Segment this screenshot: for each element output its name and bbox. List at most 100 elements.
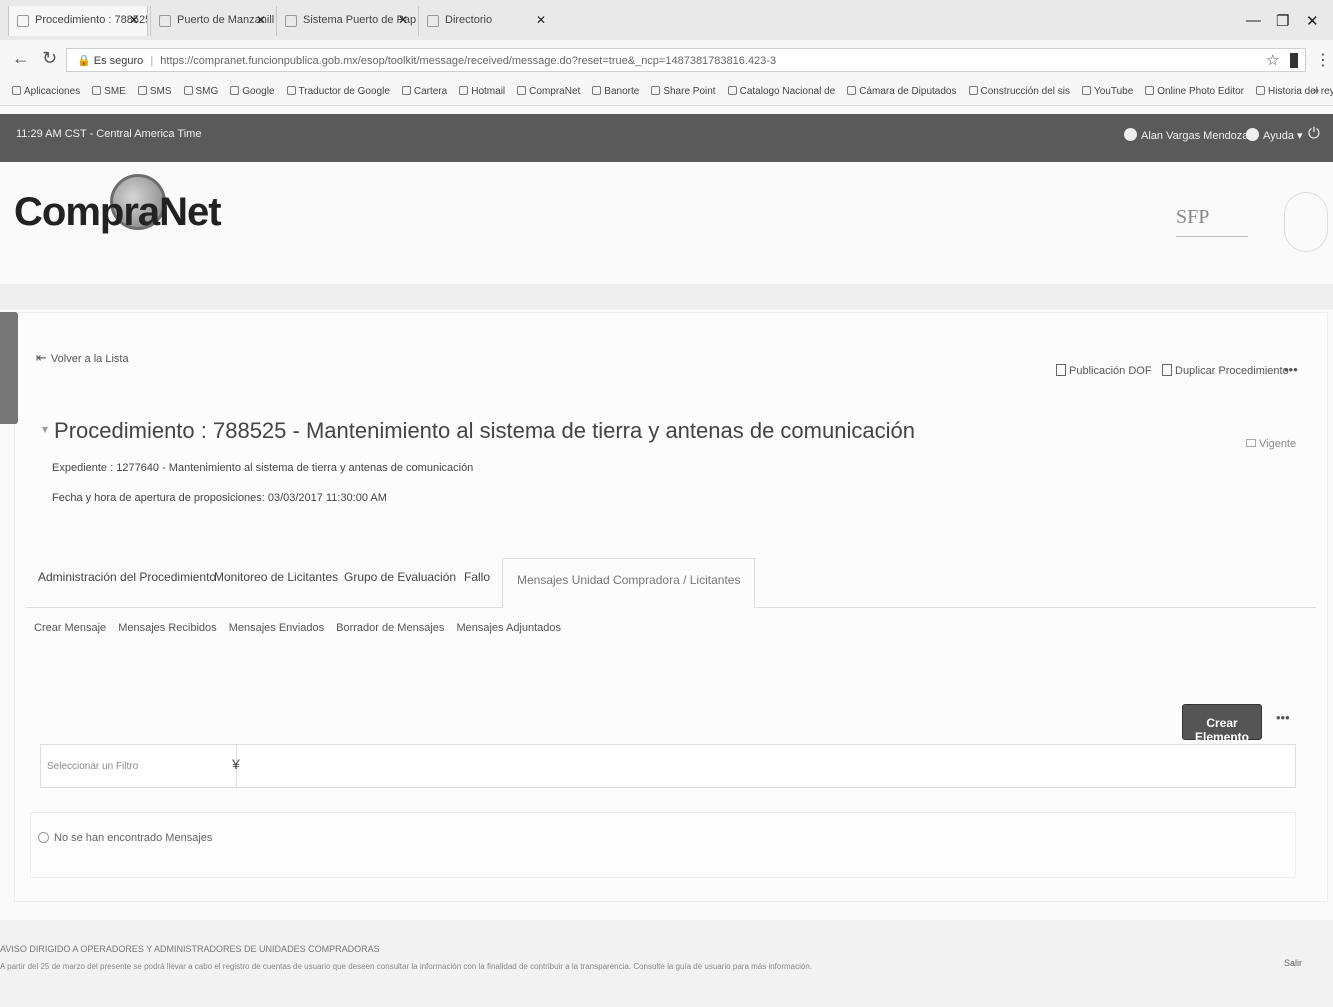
filter-select[interactable]: Seleccionar un Filtro <box>41 745 237 787</box>
user-menu[interactable]: Alan Vargas Mendoza <box>1124 128 1248 142</box>
bookmark-icon <box>592 86 602 95</box>
bookmark-item[interactable]: Online Photo Editor <box>1145 86 1244 97</box>
tab-monitoreo[interactable]: Monitoreo de Licitantes <box>214 570 338 584</box>
duplicate-procedure-button[interactable]: Duplicar Procedimiento <box>1162 364 1289 377</box>
document-icon <box>1056 364 1066 376</box>
back-list-icon: ⇤ <box>36 350 47 365</box>
close-icon[interactable]: ✕ <box>398 13 408 27</box>
subtab-adjuntados[interactable]: Mensajes Adjuntados <box>456 622 561 634</box>
browser-tab-directorio[interactable]: Directorio ✕ <box>418 6 554 36</box>
close-icon[interactable]: ✕ <box>536 13 546 27</box>
seal-icon <box>1284 192 1328 252</box>
bookmarks-bar: Aplicaciones SME SMS SMG Google Traductor de … <box>0 78 1333 106</box>
bookmark-item[interactable]: Traductor de Google <box>286 86 390 97</box>
page-icon <box>285 15 297 27</box>
tab-mensajes[interactable]: Mensajes Unidad Compradora / Licitantes <box>502 558 756 609</box>
status-badge: Vigente <box>1246 438 1296 450</box>
close-icon[interactable]: ✕ <box>129 13 139 27</box>
bookmark-item[interactable]: Catalogo Nacional de <box>727 86 835 97</box>
url-separator: | <box>150 55 154 67</box>
bookmark-item[interactable]: YouTube <box>1081 86 1133 97</box>
extension-icon[interactable] <box>1290 53 1298 68</box>
messages-list <box>30 812 1296 878</box>
compranet-logo[interactable]: CompraNet <box>14 190 222 235</box>
tab-fallo[interactable]: Fallo <box>464 570 490 584</box>
filter-chevron-icon[interactable]: ¥ <box>232 756 240 772</box>
bookmark-item[interactable]: Share Point <box>651 86 716 97</box>
more-actions-button[interactable]: ••• <box>1284 362 1298 377</box>
page-icon <box>159 15 171 27</box>
bookmark-item[interactable]: Aplicaciones <box>12 86 80 97</box>
browser-menu-icon[interactable]: ⋮ <box>1315 50 1331 70</box>
tab-grupo-evaluacion[interactable]: Grupo de Evaluación <box>344 570 456 584</box>
address-bar: ← ↻ 🔒 Es seguro | https://compranet.func… <box>0 40 1333 78</box>
tab-administracion[interactable]: Administración del Procedimiento <box>38 570 216 584</box>
bookmark-star-icon[interactable]: ☆ <box>1266 51 1279 69</box>
bookmark-item[interactable]: SMS <box>137 86 172 97</box>
bookmark-icon <box>727 86 737 95</box>
bookmarks-overflow-button[interactable]: » <box>1313 85 1319 97</box>
bookmark-item[interactable]: Historia del rey David <box>1256 86 1333 97</box>
bookmark-icon <box>1081 86 1091 95</box>
bookmark-icon <box>968 86 978 95</box>
page-icon <box>427 15 439 27</box>
back-arrow-icon[interactable]: ← <box>12 48 30 69</box>
help-menu[interactable]: Ayuda ▾ <box>1246 128 1303 142</box>
minimize-icon[interactable]: — <box>1246 12 1261 29</box>
browser-tab-procedimiento[interactable]: Procedimiento : 788525 ✕ <box>8 6 148 36</box>
expediente-label: Expediente : 1277640 - Mantenimiento al … <box>52 462 474 474</box>
collapse-chevron-icon[interactable]: ▾ <box>42 422 48 436</box>
bookmark-icon <box>1145 86 1155 95</box>
bookmark-icon <box>183 86 193 95</box>
status-icon <box>1246 439 1256 447</box>
bookmark-item[interactable]: Hotmail <box>459 86 505 97</box>
empty-state: No se han encontrado Mensajes <box>38 832 212 844</box>
page-icon <box>17 15 29 27</box>
bookmark-item[interactable]: Cámara de Diputados <box>847 86 957 97</box>
url-field[interactable]: 🔒 Es seguro | https://compranet.funcionp… <box>66 48 1306 72</box>
procedure-tabs: Administración del Procedimiento Monitor… <box>26 558 1316 609</box>
bookmark-icon <box>137 86 147 95</box>
timezone-label: 11:29 AM CST - Central America Time <box>16 128 202 140</box>
close-icon[interactable]: ✕ <box>256 13 266 27</box>
subtab-borrador[interactable]: Borrador de Mensajes <box>336 622 444 634</box>
create-element-button[interactable]: Crear Elemento <box>1182 704 1262 744</box>
bookmark-item[interactable]: Construcción del sis <box>968 86 1070 97</box>
subtab-mensajes-recibidos[interactable]: Mensajes Recibidos <box>118 622 216 634</box>
lock-icon: 🔒 <box>77 55 91 67</box>
apertura-label: Fecha y hora de apertura de proposicione… <box>52 492 387 504</box>
browser-tab-sistema[interactable]: Sistema Puerto de Papel ✕ <box>276 6 416 36</box>
footer-notice-text: A partir del 25 de marzo del presente se… <box>0 962 813 971</box>
header-divider <box>0 284 1333 310</box>
bookmark-item[interactable]: Google <box>230 86 275 97</box>
app-top-bar: 11:29 AM CST - Central America Time Alan… <box>0 114 1333 162</box>
back-to-list-link[interactable]: ⇤ Volver a la Lista <box>36 350 129 366</box>
reload-icon[interactable]: ↻ <box>42 48 57 69</box>
logo-area: CompraNet SFP <box>0 162 1333 282</box>
exit-link[interactable]: Salir <box>1284 958 1302 968</box>
list-more-button[interactable]: ••• <box>1276 710 1290 725</box>
filter-bar: Seleccionar un Filtro <box>40 744 1296 788</box>
browser-tab-bar: Procedimiento : 788525 ✕ Puerto de Manza… <box>0 0 1333 40</box>
bookmark-icon <box>517 86 527 95</box>
browser-tab-puerto[interactable]: Puerto de Manzanillo ( ✕ <box>150 6 274 36</box>
sfp-logo: SFP <box>1176 206 1210 228</box>
duplicate-icon <box>1162 364 1172 376</box>
window-close-icon[interactable]: ✕ <box>1306 12 1319 30</box>
bookmark-item[interactable]: SME <box>92 86 126 97</box>
subtab-crear-mensaje[interactable]: Crear Mensaje <box>34 622 106 634</box>
logout-icon[interactable]: ⏻ <box>1308 125 1320 142</box>
bookmark-icon <box>286 86 296 95</box>
bookmark-item[interactable]: SMG <box>183 86 218 97</box>
bookmark-item[interactable]: Cartera <box>401 86 447 97</box>
side-panel-handle[interactable] <box>0 312 18 424</box>
bookmark-item[interactable]: CompraNet <box>517 86 580 97</box>
secure-label: Es seguro <box>93 55 144 67</box>
restore-icon[interactable]: ❐ <box>1276 12 1289 30</box>
bookmark-icon <box>401 86 411 95</box>
publicacion-dof-button[interactable]: Publicación DOF <box>1056 364 1152 377</box>
url-text: https://compranet.funcionpublica.gob.mx/… <box>160 55 777 67</box>
user-icon <box>1124 128 1137 141</box>
subtab-mensajes-enviados[interactable]: Mensajes Enviados <box>229 622 324 634</box>
bookmark-item[interactable]: Banorte <box>592 86 639 97</box>
